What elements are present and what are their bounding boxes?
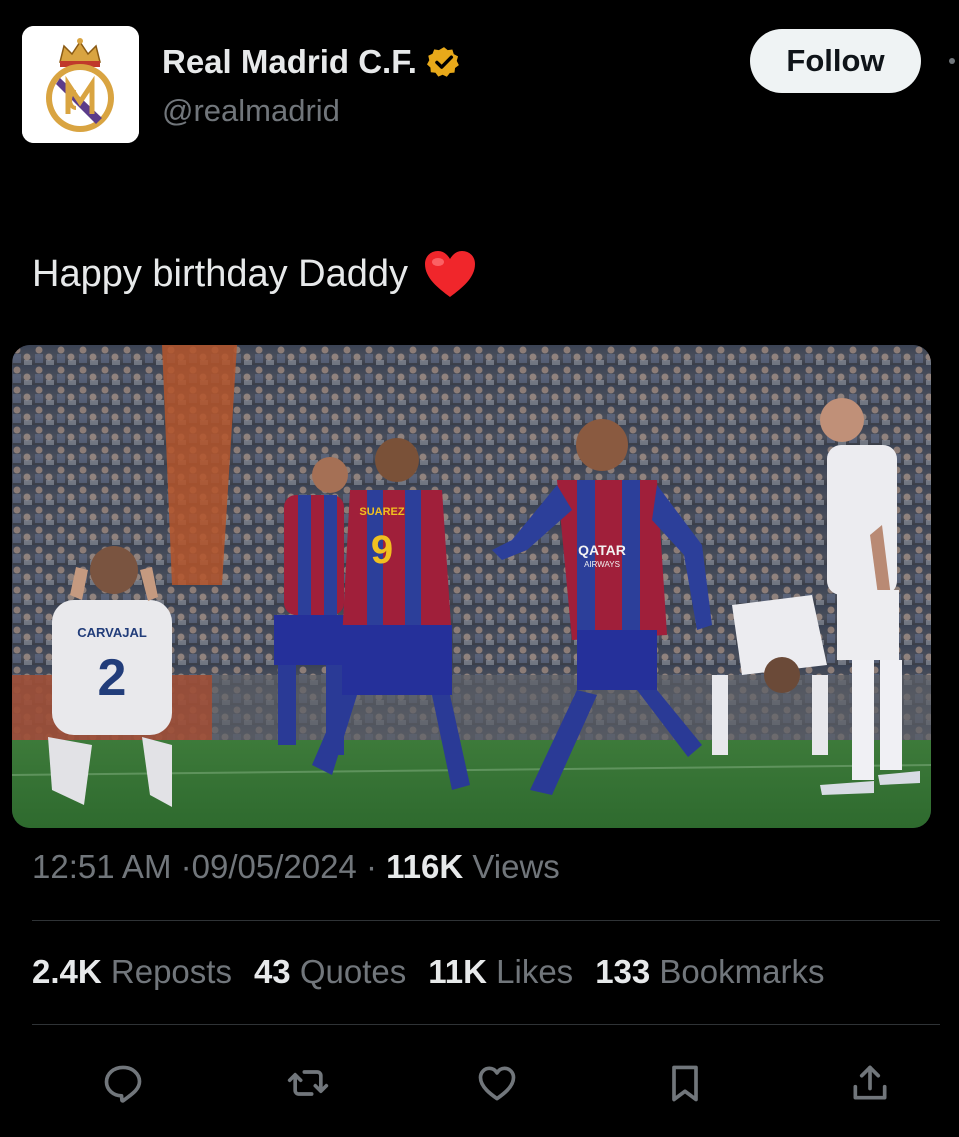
shirt-number-9: 9: [371, 528, 393, 572]
display-name[interactable]: Real Madrid C.F.: [162, 42, 461, 82]
red-heart-emoji: [425, 251, 475, 297]
shirt-sponsor-airways: AIRWAYS: [584, 560, 620, 569]
stat-quotes-label: Quotes: [299, 953, 407, 990]
stat-bookmarks-count: 133: [595, 953, 651, 990]
football-celebration-photo: CARVAJAL 2 SUAREZ 9 QATAR AIRWAYS: [12, 345, 931, 828]
shirt-sponsor-qatar: QATAR: [578, 542, 626, 558]
stat-likes[interactable]: 11K Likes: [428, 951, 573, 993]
reply-button[interactable]: [98, 1058, 148, 1108]
stat-likes-count: 11K: [428, 953, 487, 990]
engagement-stats: 2.4K Reposts 43 Quotes 11K Likes 133 Boo…: [32, 951, 824, 993]
stat-quotes[interactable]: 43 Quotes: [254, 951, 406, 993]
account-handle[interactable]: @realmadrid: [162, 92, 340, 130]
follow-button[interactable]: Follow: [750, 29, 921, 93]
stat-reposts-label: Reposts: [110, 953, 232, 990]
like-icon: [478, 1066, 516, 1101]
meta-separator-2: ·: [365, 848, 377, 885]
more-options-icon[interactable]: [949, 58, 955, 64]
shirt-name-suarez: SUAREZ: [359, 506, 405, 518]
avatar[interactable]: [22, 26, 139, 143]
stat-likes-label: Likes: [496, 953, 574, 990]
repost-button[interactable]: [283, 1058, 333, 1108]
views-label: Views: [472, 848, 560, 885]
divider-bottom: [32, 1024, 940, 1025]
repost-icon: [287, 1070, 329, 1096]
views-count: 116K: [386, 848, 464, 885]
bookmark-button[interactable]: [660, 1058, 710, 1108]
like-button[interactable]: [472, 1058, 522, 1108]
tweet-meta: 12:51 AM ·09/05/2024 · 116K Views: [32, 846, 560, 888]
display-name-text: Real Madrid C.F.: [162, 43, 417, 80]
tweet: Real Madrid C.F. @realmadrid Follow Happ…: [0, 0, 959, 1137]
tweet-date[interactable]: 09/05/2024: [192, 848, 357, 885]
real-madrid-crest-icon: [22, 26, 139, 143]
divider-top: [32, 920, 940, 921]
stat-bookmarks-label: Bookmarks: [659, 953, 825, 990]
shirt-name-carvajal: CARVAJAL: [77, 625, 147, 640]
shirt-number-2: 2: [98, 649, 127, 707]
tweet-text-content: Happy birthday Daddy: [32, 253, 408, 295]
stat-bookmarks[interactable]: 133 Bookmarks: [595, 951, 824, 993]
stat-quotes-count: 43: [253, 953, 291, 990]
verified-badge-icon: [426, 47, 459, 77]
tweet-media-photo[interactable]: CARVAJAL 2 SUAREZ 9 QATAR AIRWAYS: [12, 345, 931, 828]
bookmark-icon: [672, 1065, 698, 1102]
share-button[interactable]: [845, 1058, 895, 1108]
stat-reposts-count: 2.4K: [32, 953, 102, 990]
tweet-text: Happy birthday Daddy: [32, 248, 478, 300]
meta-separator-1: ·: [180, 848, 192, 885]
share-icon: [853, 1065, 887, 1100]
tweet-time[interactable]: 12:51 AM: [32, 848, 171, 885]
reply-icon: [104, 1065, 142, 1103]
stat-reposts[interactable]: 2.4K Reposts: [32, 951, 232, 993]
